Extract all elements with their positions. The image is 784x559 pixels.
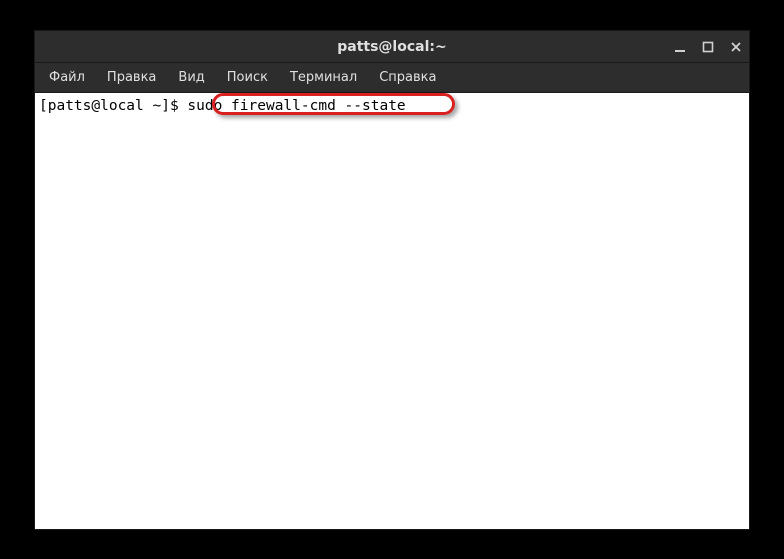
window-controls (673, 31, 743, 63)
maximize-button[interactable] (701, 40, 715, 54)
menu-view[interactable]: Вид (168, 66, 214, 89)
titlebar[interactable]: patts@local:~ (35, 31, 749, 63)
menu-edit[interactable]: Правка (97, 66, 166, 89)
window-title: patts@local:~ (337, 39, 446, 55)
shell-command: sudo firewall-cmd --state (187, 98, 405, 114)
menu-search[interactable]: Поиск (217, 66, 278, 89)
terminal-line: [patts@local ~]$ sudo firewall-cmd --sta… (39, 97, 745, 116)
minimize-button[interactable] (673, 40, 687, 54)
menu-help[interactable]: Справка (369, 66, 446, 89)
terminal-window: patts@local:~ Файл Правка Вид Поиск Терм… (34, 30, 750, 530)
close-button[interactable] (729, 40, 743, 54)
menu-terminal[interactable]: Терминал (280, 66, 367, 89)
shell-prompt: [patts@local ~]$ (39, 98, 187, 114)
menubar: Файл Правка Вид Поиск Терминал Справка (35, 63, 749, 93)
menu-file[interactable]: Файл (39, 66, 95, 89)
terminal-viewport[interactable]: [patts@local ~]$ sudo firewall-cmd --sta… (35, 93, 749, 529)
